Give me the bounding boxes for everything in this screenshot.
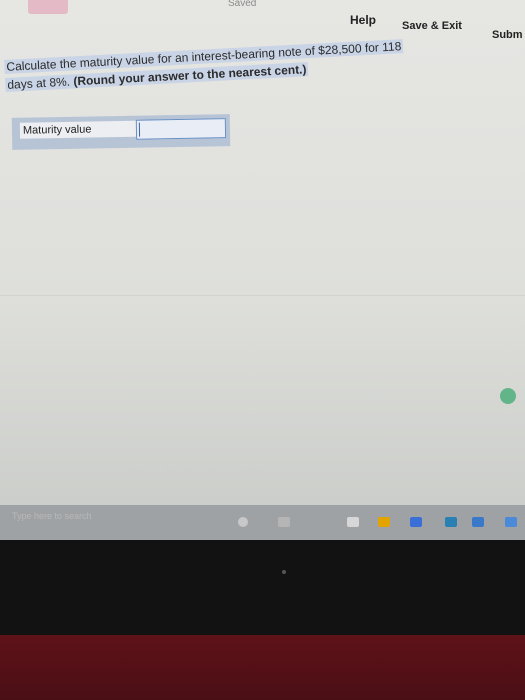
dropbox-icon[interactable] bbox=[410, 517, 422, 527]
page-position: 9 of 25 bbox=[164, 466, 193, 476]
answer-row: Maturity value bbox=[11, 114, 231, 150]
maturity-value-label: Maturity value bbox=[19, 120, 142, 139]
mail-icon[interactable] bbox=[347, 517, 359, 527]
side-toggle-icon[interactable] bbox=[500, 388, 516, 404]
question-text: Calculate the maturity value for an inte… bbox=[4, 31, 513, 94]
app-icon[interactable] bbox=[445, 517, 457, 527]
maturity-value-input[interactable] bbox=[135, 118, 227, 140]
app-icon-2[interactable] bbox=[472, 517, 484, 527]
desk-surface bbox=[0, 635, 525, 700]
laptop-bezel bbox=[0, 540, 525, 635]
task-view-icon[interactable] bbox=[278, 517, 290, 527]
app-icon-3[interactable] bbox=[505, 517, 517, 527]
next-button[interactable]: Next > bbox=[238, 466, 264, 476]
store-icon[interactable] bbox=[378, 517, 390, 527]
grid-icon[interactable]: ▦ bbox=[211, 466, 220, 476]
save-exit-button[interactable]: Save & Exit bbox=[402, 20, 462, 32]
pagination: < Prev 9 of 25 ▦ Next > bbox=[120, 466, 280, 477]
taskbar: Type here to search bbox=[0, 505, 525, 540]
taskbar-search[interactable]: Type here to search bbox=[12, 511, 92, 521]
divider bbox=[0, 295, 525, 296]
help-button[interactable]: Help bbox=[350, 13, 376, 27]
webcam-dot bbox=[282, 570, 286, 574]
cortana-icon[interactable] bbox=[238, 517, 248, 527]
laptop-screen: Saved Help Save & Exit Subm Calculate th… bbox=[0, 0, 525, 540]
prev-button[interactable]: < Prev bbox=[120, 466, 146, 476]
text-caret bbox=[138, 122, 141, 137]
